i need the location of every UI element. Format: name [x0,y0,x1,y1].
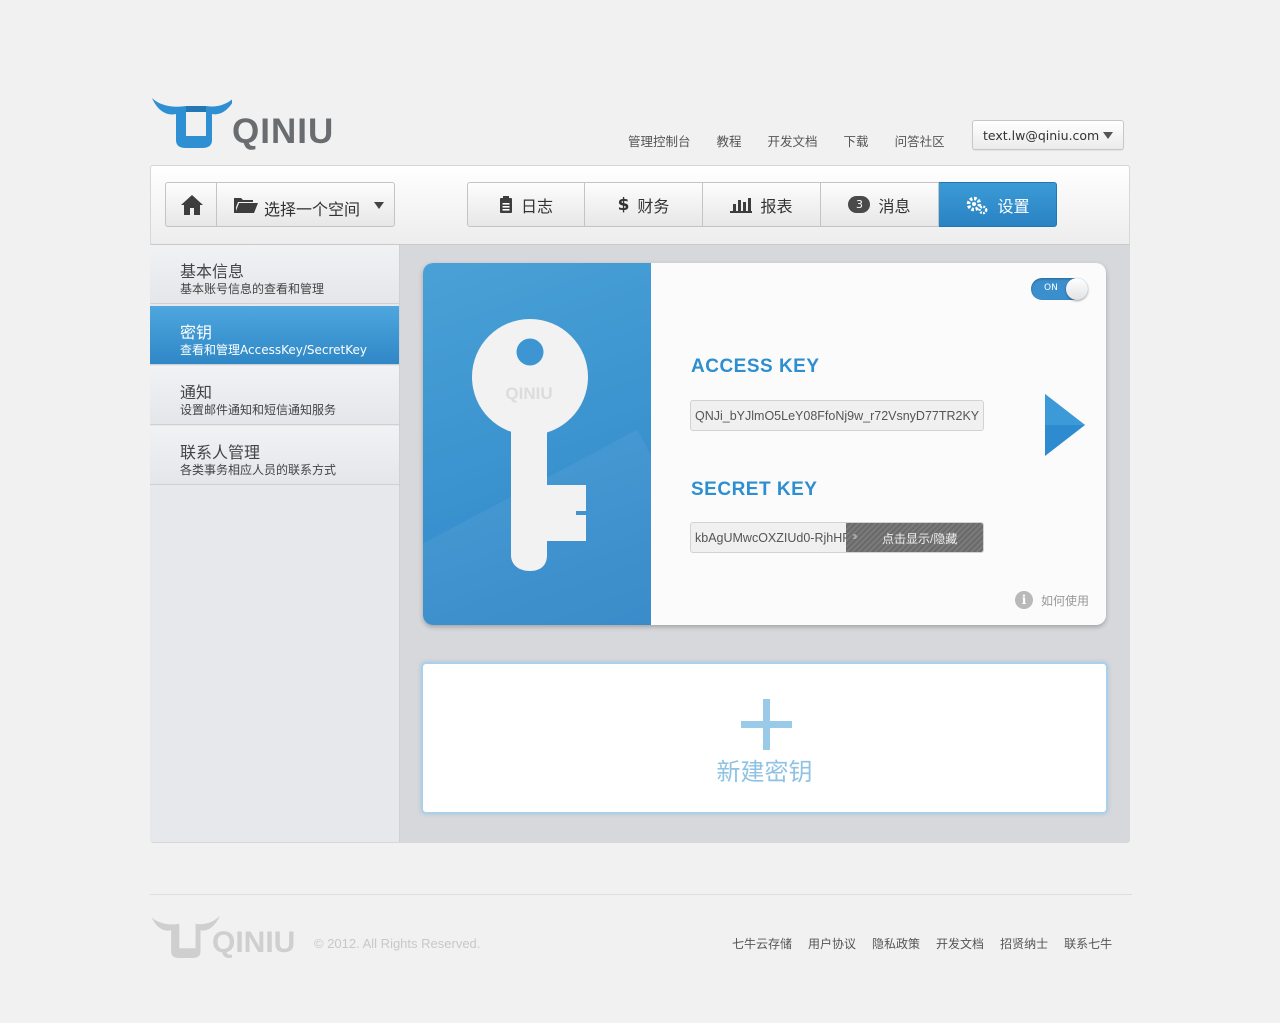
sidebar-item-keys[interactable]: 密钥 查看和管理AccessKey/SecretKey [150,306,399,365]
folder-icon [234,198,258,213]
message-count-badge: 3 [848,196,871,213]
sidebar-item-subtitle: 各类事务相应人员的联系方式 [180,463,337,477]
sidebar: 基本信息 基本账号信息的查看和管理 密钥 查看和管理AccessKey/Secr… [150,245,400,842]
reveal-secret-label: 点击显示/隐藏 [882,532,958,546]
next-key-button[interactable] [1045,394,1085,460]
sidebar-item-subtitle: 基本账号信息的查看和管理 [180,282,325,296]
how-to-use-link[interactable]: i 如何使用 [1015,591,1089,609]
secret-key-value: kbAgUMwcOXZIUd0-RjhHP [695,531,851,545]
sidebar-item-notifications[interactable]: 通知 设置邮件通知和短信通知服务 [150,366,399,425]
home-button[interactable] [165,182,217,227]
sidebar-item-subtitle: 查看和管理AccessKey/SecretKey [180,343,367,357]
tab-messages[interactable]: 3 消息 [821,182,939,227]
info-icon: i [1015,591,1033,609]
nav-console[interactable]: 管理控制台 [628,131,691,150]
caret-down-icon [1103,132,1113,139]
footer-link-qiniu-storage[interactable]: 七牛云存储 [732,937,792,951]
tab-logs[interactable]: 日志 [467,182,585,227]
play-arrow-icon [1045,394,1085,456]
reveal-secret-button[interactable]: ››› 点击显示/隐藏 [846,523,983,552]
nav-docs[interactable]: 开发文档 [768,131,818,150]
bull-horns-icon [152,96,236,148]
footer-brand-name: QINIU [212,926,296,959]
footer-divider [150,894,1132,895]
sidebar-item-subtitle: 设置邮件通知和短信通知服务 [180,403,337,417]
tab-finance[interactable]: $ 财务 [585,182,703,227]
nav-tutorial[interactable]: 教程 [717,131,742,150]
tab-reports[interactable]: 报表 [703,182,821,227]
access-key-field[interactable]: QNJi_bYJlmO5LeY08FfoNj9w_r72VsnyD77TR2KY [690,400,984,431]
key-logo-text: QINIU [505,384,552,403]
footer-link-privacy[interactable]: 隐私政策 [872,937,920,951]
toggle-label: ON [1044,283,1058,293]
tab-reports-label: 报表 [760,196,793,216]
sidebar-item-basic-info[interactable]: 基本信息 基本账号信息的查看和管理 [150,245,399,304]
space-select[interactable]: 选择一个空间 [216,182,395,227]
tab-logs-label: 日志 [520,196,553,216]
qiniu-logo[interactable]: QINIU [150,90,340,152]
secret-key-field[interactable]: kbAgUMwcOXZIUd0-RjhHP ››› 点击显示/隐藏 [690,522,984,553]
tab-messages-label: 消息 [878,196,911,216]
toggle-knob [1066,278,1088,300]
home-icon [181,195,203,215]
clipboard-icon [499,195,513,214]
nav-download[interactable]: 下载 [844,131,869,150]
footer-nav: 七牛云存储 用户协议 隐私政策 开发文档 招贤纳士 联系七牛 [732,935,1112,952]
how-to-use-label: 如何使用 [1041,593,1090,608]
main-tabs: 日志 $ 财务 报表 3 消息 设置 [467,182,1057,227]
new-key-label: 新建密钥 [716,758,813,786]
brand-name: QINIU [232,112,335,151]
tab-finance-label: 财务 [637,196,670,216]
footer-logo: QINIU [150,910,310,962]
footer-link-user-agreement[interactable]: 用户协议 [808,937,856,951]
sidebar-item-title: 联系人管理 [180,443,261,462]
key-card: QINIU ON ACCESS KEY QNJi_bYJlmO5LeY08Ffo… [423,263,1106,625]
message-bubble-icon: 3 [848,196,871,213]
dollar-icon: $ [617,194,630,215]
tab-settings-label: 设置 [997,196,1030,216]
caret-down-icon [374,202,384,209]
bull-horns-icon [151,915,220,958]
tab-settings[interactable]: 设置 [939,182,1057,227]
double-chevron-icon: ››› [852,529,858,543]
sidebar-item-contacts[interactable]: 联系人管理 各类事务相应人员的联系方式 [150,426,399,485]
footer-link-docs[interactable]: 开发文档 [936,937,984,951]
new-key-button[interactable]: 新建密钥 [421,662,1108,814]
user-email: text.lw@qiniu.com [983,128,1100,143]
space-select-label: 选择一个空间 [264,200,361,219]
user-dropdown[interactable]: text.lw@qiniu.com [972,120,1124,150]
sidebar-item-title: 密钥 [180,323,213,342]
copyright: © 2012. All Rights Reserved. [314,936,481,951]
secret-key-label: SECRET KEY [691,479,818,500]
gears-icon [965,195,989,215]
nav-community[interactable]: 问答社区 [895,131,945,150]
key-icon: QINIU [472,319,588,571]
bar-chart-icon [730,197,753,213]
footer-link-contact[interactable]: 联系七牛 [1064,937,1112,951]
key-card-illustration: QINIU [423,263,732,625]
key-enable-toggle[interactable]: ON [1031,278,1088,300]
access-key-label: ACCESS KEY [691,356,820,377]
footer-link-careers[interactable]: 招贤纳士 [1000,937,1048,951]
top-nav: 管理控制台 教程 开发文档 下载 问答社区 [628,131,945,150]
sidebar-item-title: 基本信息 [180,262,245,281]
sidebar-item-title: 通知 [180,383,213,402]
